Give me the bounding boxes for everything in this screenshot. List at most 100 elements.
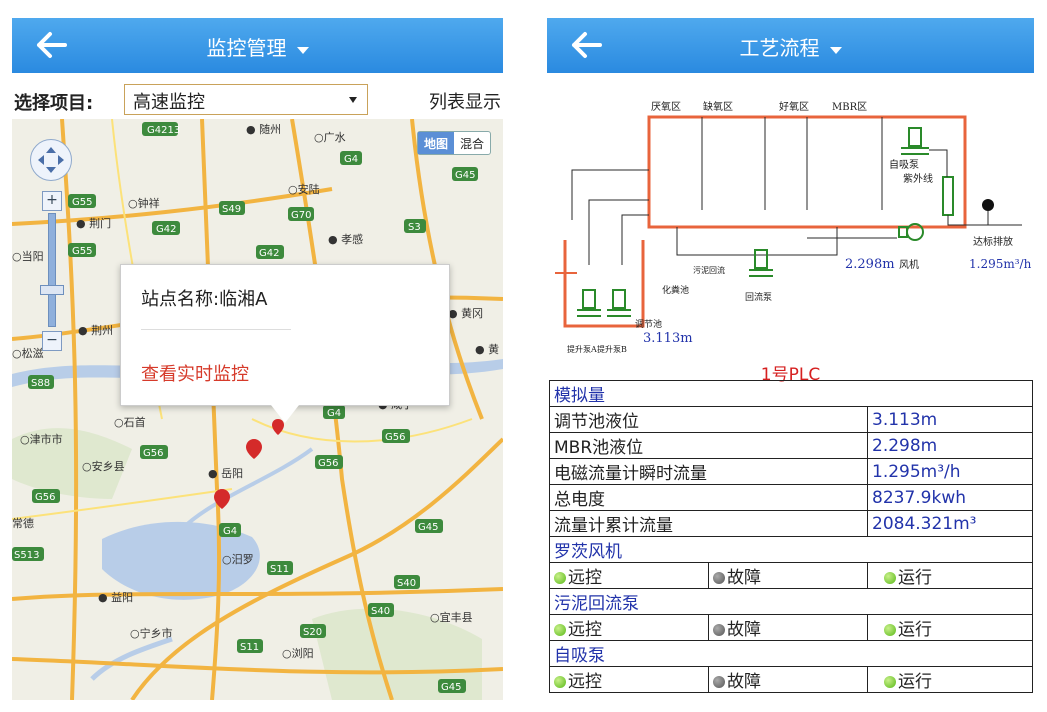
svg-text:○当阳: ○当阳 (12, 249, 44, 263)
table-row: 流量计累计流量 2084.321m³ (549, 510, 1033, 537)
zoom-slider[interactable]: + − (40, 191, 64, 351)
list-view-link[interactable]: 列表显示 (429, 88, 501, 114)
svg-text:● 随州: ● 随州 (246, 122, 281, 136)
svg-text:○津市市: ○津市市 (20, 432, 63, 446)
status-label: 故障 (727, 620, 761, 640)
row-label: 调节池液位 (549, 406, 868, 433)
svg-text:○石首: ○石首 (114, 415, 146, 429)
map-type-hybrid-button[interactable]: 混合 (454, 132, 490, 154)
svg-text:S20: S20 (303, 627, 322, 638)
status-row: 远控 故障 运行 (549, 666, 1033, 693)
fault-indicator-icon (713, 676, 725, 688)
page-title: 监控管理 (206, 38, 287, 60)
svg-text:● 益阳: ● 益阳 (98, 590, 133, 604)
popup-divider (141, 329, 291, 330)
svg-text:S3: S3 (408, 222, 421, 233)
svg-text:○松滋: ○松滋 (12, 346, 44, 360)
svg-text:G45: G45 (455, 170, 475, 181)
zone-label: 厌氧区 (651, 100, 681, 113)
table-row: MBR池液位 2.298m (549, 432, 1033, 459)
mbr-level-reading: 2.298m (845, 257, 895, 272)
chevron-down-icon (296, 46, 309, 54)
process-diagram: 厌氧区 缺氧区 好氧区 MBR区 提升泵A 提升泵B 调节池 化粪池 3.113… (555, 100, 1032, 354)
zoom-handle[interactable] (40, 285, 64, 295)
remote-indicator-icon (554, 572, 566, 584)
svg-text:G42: G42 (259, 248, 279, 259)
svg-text:○浏阳: ○浏阳 (282, 646, 314, 660)
svg-text:G42: G42 (156, 224, 176, 235)
sludge-return-label: 污泥回流 (693, 265, 725, 275)
zoom-out-button[interactable]: − (42, 331, 62, 351)
svg-text:G55: G55 (72, 197, 92, 208)
view-realtime-monitor-link[interactable]: 查看实时监控 (141, 360, 249, 386)
svg-text:S11: S11 (270, 564, 289, 575)
svg-text:○安乡县: ○安乡县 (82, 459, 125, 473)
pump-label: 提升泵B (597, 344, 627, 354)
svg-text:常德: 常德 (12, 516, 34, 530)
right-header-title-wrap[interactable]: 工艺流程 (547, 32, 1034, 61)
right-header: 工艺流程 (547, 18, 1034, 73)
row-value: 3.113m (867, 406, 1033, 433)
status-label: 运行 (898, 568, 932, 588)
map-type-map-button[interactable]: 地图 (417, 132, 454, 154)
map-type-switch[interactable]: 地图 混合 (416, 131, 491, 155)
svg-text:G56: G56 (35, 492, 55, 503)
fault-indicator-icon (713, 572, 725, 584)
svg-text:G4213: G4213 (147, 125, 180, 136)
svg-text:S513: S513 (14, 550, 39, 561)
project-select[interactable]: 高速监控 (124, 84, 368, 115)
project-select-value: 高速监控 (133, 92, 205, 113)
lift-pump-icon (577, 289, 631, 317)
svg-text:G4: G4 (223, 526, 237, 537)
row-label: 流量计累计流量 (549, 510, 868, 537)
select-arrow-icon (349, 97, 357, 103)
popup-tail (271, 405, 299, 423)
svg-text:● 荆州: ● 荆州 (78, 324, 113, 337)
row-value: 8237.9kwh (867, 484, 1033, 511)
svg-text:● 岳阳: ● 岳阳 (208, 467, 243, 480)
row-label: MBR池液位 (549, 432, 868, 459)
status-label: 远控 (568, 620, 602, 640)
chevron-down-icon (829, 46, 842, 54)
pit-label: 调节池 (635, 318, 662, 330)
zone-label: 缺氧区 (703, 100, 733, 113)
status-row: 远控 故障 运行 (549, 562, 1033, 589)
row-value: 1.295m³/h (867, 458, 1033, 485)
row-label: 电磁流量计瞬时流量 (549, 458, 868, 485)
svg-text:G4: G4 (327, 408, 341, 419)
zoom-track[interactable] (48, 213, 56, 327)
svg-text:● 黄冈: ● 黄冈 (448, 306, 483, 320)
running-indicator-icon (884, 624, 896, 636)
svg-text:S88: S88 (31, 378, 50, 389)
zoom-in-button[interactable]: + (42, 191, 62, 211)
table-row: 电磁流量计瞬时流量 1.295m³/h (549, 458, 1033, 485)
svg-text:G45: G45 (441, 682, 461, 693)
section-device: 自吸泵 (549, 640, 1033, 667)
monitor-screen: 监控管理 选择项目: 高速监控 列表显示 G4213 G4 G45 G55 S4… (12, 18, 503, 700)
row-value: 2.298m (867, 432, 1033, 459)
map-canvas[interactable]: G4213 G4 G45 G55 S49 G70 G42 S3 G55 G42 … (12, 119, 503, 700)
table-row: 总电度 8237.9kwh (549, 484, 1033, 511)
table-row: 调节池液位 3.113m (549, 406, 1033, 433)
zone-label: 好氧区 (779, 100, 809, 113)
self-priming-pump-label: 自吸泵 (889, 158, 919, 171)
uv-label: 紫外线 (903, 172, 933, 185)
svg-text:G56: G56 (385, 432, 405, 443)
svg-text:○广水: ○广水 (314, 131, 346, 144)
svg-text:○钟祥: ○钟祥 (128, 196, 160, 210)
pan-control[interactable] (30, 139, 72, 181)
section-analog: 模拟量 (549, 380, 1033, 407)
svg-text:○宜丰县: ○宜丰县 (430, 610, 473, 624)
left-header: 监控管理 (12, 18, 503, 73)
left-header-title-wrap[interactable]: 监控管理 (12, 32, 503, 61)
discharge-label: 达标排放 (973, 235, 1013, 248)
status-label: 运行 (898, 672, 932, 692)
process-flow-screen: 工艺流程 厌氧区 缺氧区 好氧区 MBR区 提升泵A 提升泵B 调节池 化粪池 … (547, 18, 1034, 700)
station-name: 站点名称:临湘A (141, 289, 268, 310)
svg-text:● 荆门: ● 荆门 (76, 216, 111, 230)
page-title: 工艺流程 (739, 38, 820, 60)
return-pump-label: 回流泵 (745, 291, 772, 303)
plc-data-table: 模拟量 调节池液位 3.113m MBR池液位 2.298m 电磁流量计瞬时流量 1.… (549, 380, 1033, 693)
map-view[interactable]: G4213 G4 G45 G55 S49 G70 G42 S3 G55 G42 … (12, 119, 503, 700)
svg-text:G56: G56 (143, 448, 163, 459)
